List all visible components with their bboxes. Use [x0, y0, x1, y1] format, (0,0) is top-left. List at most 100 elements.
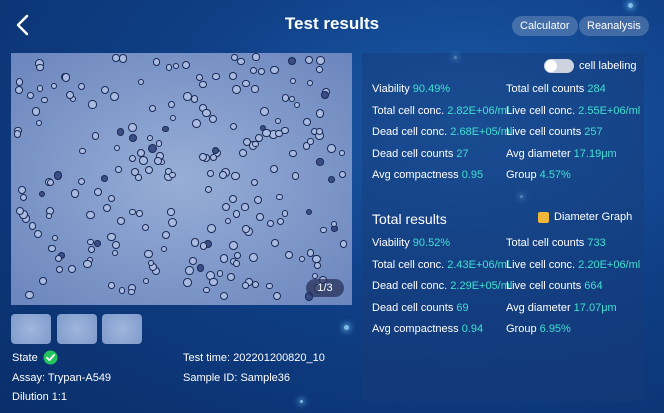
cell-dot [210, 154, 218, 162]
cell-dot [321, 90, 330, 99]
result-label: Live cell counts [506, 280, 582, 292]
result-item: Live cell counts 257 [506, 126, 603, 138]
cell-dot [219, 171, 228, 180]
result-item: Viability 90.52% [372, 237, 450, 249]
result-label: Viability [372, 237, 410, 249]
cell-dot [211, 146, 219, 154]
cell-dot [316, 55, 326, 65]
result-label: Total cell counts [506, 83, 585, 95]
result-label: Total cell conc. [372, 104, 445, 117]
result-value: 733 [587, 237, 606, 249]
cell-dot [315, 109, 325, 118]
check-circle-icon [43, 350, 58, 365]
cell-dot [55, 254, 63, 262]
cell-dot [316, 128, 323, 135]
result-label: Dead cell conc. [372, 280, 448, 292]
assay-text: Assay: Trypan-A549 [12, 372, 112, 384]
cell-dot [165, 64, 173, 71]
cell-dot [53, 171, 63, 180]
cell-dot [139, 156, 149, 166]
result-value: 257 [584, 126, 603, 138]
result-value: 2.43E+06/ml [447, 258, 510, 271]
result-label: Group [506, 323, 537, 335]
cell-dot [242, 79, 250, 88]
thumbnail-3[interactable] [102, 314, 142, 344]
result-label: Avg diameter [506, 147, 571, 160]
cell-dot [154, 157, 162, 165]
cell-dot [88, 100, 97, 109]
cell-dot [108, 282, 115, 289]
cell-dot [241, 203, 249, 211]
cell-dot [217, 270, 224, 277]
cell-dot [224, 217, 232, 225]
cell-dot [253, 195, 262, 204]
cell-dot [289, 149, 297, 158]
cell-dot [231, 172, 240, 181]
cell-dot [219, 254, 229, 263]
result-label: Viability [372, 83, 410, 95]
total-results-title: Total results [372, 211, 447, 227]
cell-dot [103, 204, 112, 213]
cell-dot [255, 212, 264, 222]
cell-dot [100, 85, 109, 94]
cell-dot [47, 244, 56, 253]
cell-dot [303, 117, 312, 126]
cell-dot [259, 124, 266, 132]
cell-dot [207, 223, 217, 233]
cell-dot [148, 105, 156, 113]
cell-dot [162, 125, 169, 133]
cell-dot [101, 175, 109, 182]
cell-dot [129, 154, 137, 162]
cell-dot [284, 250, 293, 259]
diameter-graph-link[interactable]: Diameter Graph [554, 211, 632, 223]
sample-id-text: Sample ID: Sample36 [183, 372, 290, 384]
cell-dot [86, 210, 95, 220]
cell-dot [17, 185, 26, 194]
result-value: 69 [456, 301, 469, 314]
cell-labeling-toggle[interactable] [544, 59, 574, 73]
result-item: Avg compactness 0.95 [372, 169, 483, 181]
cell-dot [87, 238, 94, 246]
star-decoration [344, 325, 349, 330]
result-label: Live cell counts [506, 126, 582, 138]
result-item: Dead cell counts 27 [372, 148, 469, 160]
cell-dot [188, 256, 198, 265]
result-label: Dead cell conc. [372, 126, 448, 138]
cell-dot [229, 195, 238, 204]
chart-icon[interactable] [538, 212, 549, 223]
cell-dot [306, 209, 313, 216]
result-value: 90.49% [412, 83, 451, 95]
cell-dot [228, 72, 237, 80]
cell-dot [204, 185, 212, 193]
cell-dot [147, 259, 154, 266]
result-item: Total cell counts 733 [506, 237, 606, 249]
cell-dot [274, 117, 282, 125]
cell-dot [288, 96, 296, 103]
cell-dot [70, 189, 80, 198]
result-item: Total cell counts 284 [506, 83, 606, 95]
result-label: Total cell conc. [372, 258, 445, 271]
result-value: 664 [584, 280, 603, 292]
cell-dot [67, 264, 77, 273]
calculator-button[interactable]: Calculator [512, 16, 578, 36]
cell-dot [61, 73, 71, 82]
cell-dot [306, 249, 315, 257]
reanalysis-button[interactable]: Reanalysis [579, 16, 649, 36]
cell-dot [258, 68, 265, 76]
cell-dot [19, 193, 27, 202]
cell-dot [293, 101, 301, 109]
microscope-image[interactable]: 1/3 [11, 53, 352, 305]
cell-dot [222, 202, 231, 212]
result-item: Avg compactness 0.94 [372, 323, 483, 335]
cell-dot [94, 240, 101, 247]
result-item: Total cell conc. 2.82E+06/ml [372, 105, 509, 117]
cell-dot [148, 143, 158, 153]
cell-dot [289, 78, 296, 85]
thumbnail-2[interactable] [57, 314, 97, 344]
cell-dot [173, 62, 180, 69]
thumbnail-1[interactable] [11, 314, 51, 344]
cell-dot [110, 92, 119, 102]
cell-dot [305, 55, 314, 64]
result-label: Group [506, 169, 537, 181]
cell-dot [237, 57, 245, 66]
